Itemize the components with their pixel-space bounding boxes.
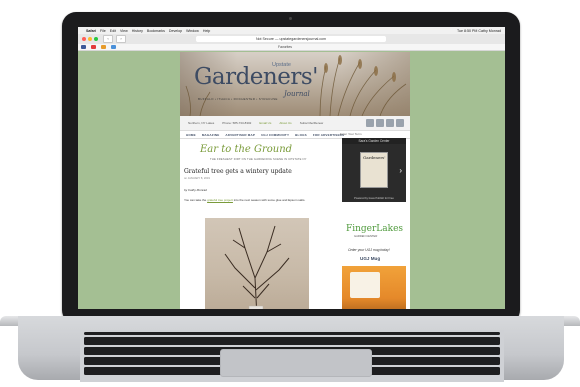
bookmark-icon[interactable] [100,45,106,49]
back-button[interactable]: ‹ [103,35,113,43]
post-byline: by Cathy Monrad [184,188,207,192]
info-subscribe-link[interactable]: Subscribe/Renew [300,121,324,125]
fingerlakes-ad[interactable]: FingerLakes [346,224,403,234]
menu-bar: Safari File Edit View History Bookmarks … [78,27,505,34]
social-icons [364,116,404,127]
twitter-icon[interactable] [376,119,384,127]
info-about-link[interactable]: About Us [279,121,291,125]
widget-header: Sara's Garden Center [342,138,406,144]
window-controls [82,37,100,41]
bookmark-icon[interactable] [90,45,96,49]
number-keys [84,337,500,345]
mug-order-text: Order your UGJ mug today! [348,248,390,252]
info-phone: Phone: 585-733-8302 [222,121,252,125]
site-logo-journal: Journal [284,90,310,98]
minimize-window-button[interactable] [88,37,92,41]
menu-item[interactable]: Window [186,29,199,33]
mug-photo[interactable] [342,266,406,309]
mug-title[interactable]: UGJ Mug [360,256,380,261]
main-content: Ear to the Ground THE FRESHEST DIRT ON T… [180,138,340,309]
post-body-link[interactable]: grateful tree project [207,198,233,202]
menu-item[interactable]: Safari [86,29,96,33]
menubar-clock-user[interactable]: Tue 8:50 PM Cathy Monrad [457,29,501,33]
menu-item[interactable]: Help [203,29,210,33]
forward-button[interactable]: › [116,35,126,43]
bookmark-icon[interactable] [110,45,116,49]
mug-icon [350,272,380,298]
trackpad [220,349,372,377]
favorites-bar: Favorites [78,44,505,51]
web-page: Gardeners' Upstate Journal BUFFALO • ITH… [180,52,410,309]
post-body-text: You can take the [184,198,208,202]
pinterest-icon[interactable] [386,119,394,127]
post-body: You can take the grateful tree project i… [184,198,334,202]
menu-item[interactable]: View [120,29,128,33]
info-email-link[interactable]: Email Us [259,121,271,125]
site-tagline: BUFFALO • ITHACA • ROCHESTER • SYRACUSE [198,97,278,101]
site-logo[interactable]: Gardeners' [194,64,318,90]
menu-item[interactable]: Bookmarks [147,29,165,33]
nav-ugj-community[interactable]: UGJ COMMUNITY [261,133,289,137]
section-title: Ear to the Ground [200,144,293,155]
menu-item[interactable]: Develop [169,29,182,33]
zoom-window-button[interactable] [94,37,98,41]
site-logo-upstate: Upstate [272,62,291,68]
instagram-icon[interactable] [396,119,404,127]
favorites-label: Favorites [278,45,292,49]
menu-item[interactable]: Edit [110,29,116,33]
menu-item[interactable]: History [132,29,143,33]
post-body-text: into the next season with some glue and … [232,198,306,202]
magazine-cover-title: Gardeners' [363,155,386,160]
facebook-bookmark-icon[interactable] [81,45,86,49]
fingerlakes-subtitle: GARDEN CENTER [354,235,378,238]
post-photo[interactable] [205,218,309,309]
screen: Safari File Edit View History Bookmarks … [78,27,505,309]
section-subtitle: THE FRESHEST DIRT ON THE GARDENING SCENE… [210,158,307,161]
nav-home[interactable]: HOME [186,133,196,137]
magazine-widget[interactable]: Sara's Garden Center Gardeners' › Powere… [342,138,406,202]
chevron-right-icon[interactable]: › [399,166,402,175]
nav-advertiser-map[interactable]: ADVERTISER MAP [225,133,255,137]
close-window-button[interactable] [82,37,86,41]
info-location: Northern, NY Lakes [188,121,215,125]
bookmark-icons [78,45,117,50]
post-date: on JANUARY 8, 2019 [184,177,210,180]
camera-icon [289,17,292,20]
menu-item[interactable]: File [100,29,106,33]
function-keys [84,332,500,335]
sidebar: Enter Your Term Sara's Garden Center Gar… [340,132,410,309]
widget-footer: Powered by Issuu Publish for Free [354,197,394,200]
post-title[interactable]: Grateful tree gets a wintery update [184,168,292,175]
branches-icon [224,225,290,309]
masthead: Gardeners' Upstate Journal BUFFALO • ITH… [180,52,410,116]
magazine-cover[interactable]: Gardeners' [360,152,388,188]
nav-blogs[interactable]: BLOGS [295,133,307,137]
nav-magazine[interactable]: MAGAZINE [202,133,220,137]
address-bar[interactable]: Not Secure — upstategardenersjournal.com [196,36,386,42]
facebook-icon[interactable] [366,119,374,127]
